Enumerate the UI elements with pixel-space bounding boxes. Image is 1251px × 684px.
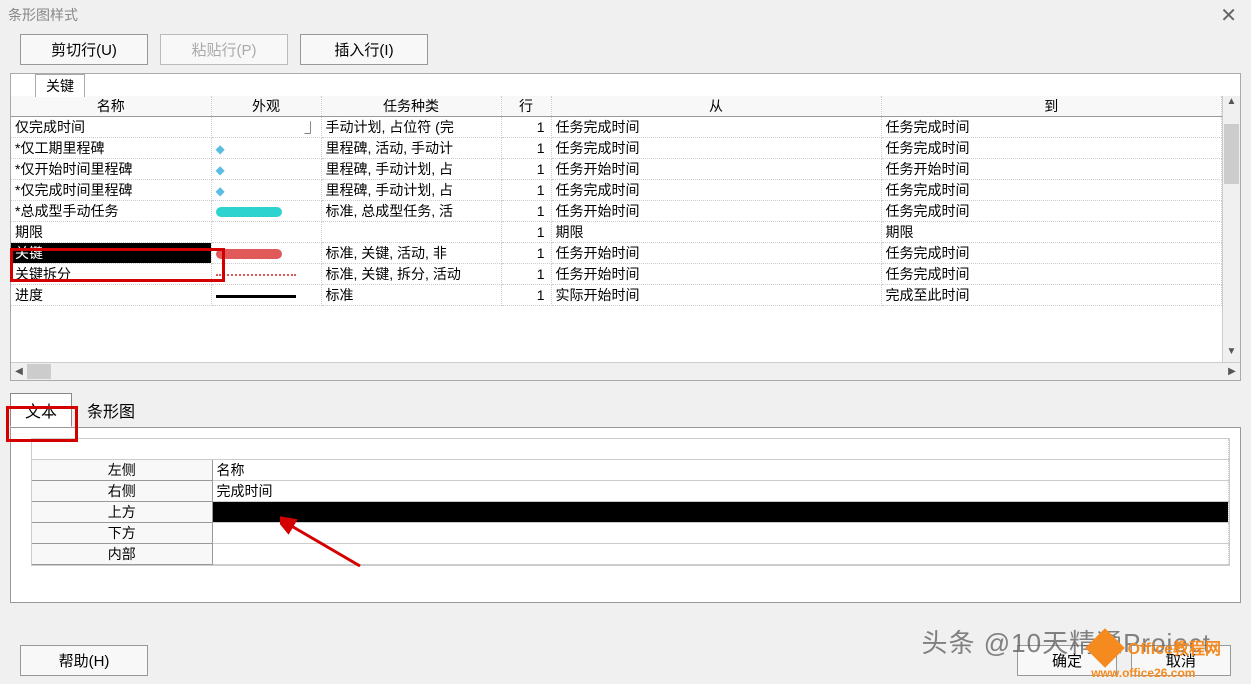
col-row[interactable]: 行: [501, 96, 551, 117]
end-mark-icon: ⏌: [304, 121, 316, 135]
table-row[interactable]: 期限 1 期限 期限: [11, 222, 1222, 243]
col-appearance[interactable]: 外观: [211, 96, 321, 117]
col-type[interactable]: 任务种类: [321, 96, 501, 117]
scroll-left-icon[interactable]: ◀: [11, 366, 27, 377]
tab-bar[interactable]: 条形图: [72, 393, 150, 427]
field-row-top[interactable]: 上方: [32, 501, 1229, 522]
red-dots-icon: [216, 274, 296, 276]
field-value[interactable]: [212, 522, 1229, 543]
field-label: 右侧: [32, 480, 212, 501]
scroll-down-icon[interactable]: ▼: [1223, 346, 1240, 362]
cyan-bar-icon: [216, 207, 282, 217]
table-row[interactable]: 关键拆分 标准, 关键, 拆分, 活动 1 任务开始时间 任务完成时间: [11, 264, 1222, 285]
field-label: 左侧: [32, 459, 212, 480]
text-fields-table[interactable]: 左侧 名称 右侧 完成时间 上方 下方 内部: [32, 439, 1229, 565]
scroll-thumb[interactable]: [27, 364, 51, 379]
field-row-bottom[interactable]: 下方: [32, 522, 1229, 543]
window-title: 条形图样式: [8, 5, 78, 25]
tab-text[interactable]: 文本: [10, 393, 72, 427]
toolbar: 剪切行(U) 粘贴行(P) 插入行(I): [20, 34, 1241, 65]
cut-row-button[interactable]: 剪切行(U): [20, 34, 148, 65]
field-row-right[interactable]: 右侧 完成时间: [32, 480, 1229, 501]
col-from[interactable]: 从: [551, 96, 881, 117]
table-row[interactable]: *仅开始时间里程碑 ◆ 里程碑, 手动计划, 占 1 任务开始时间 任务开始时间: [11, 159, 1222, 180]
red-bar-icon: [216, 249, 282, 259]
field-value[interactable]: [212, 543, 1229, 564]
scroll-thumb[interactable]: [1224, 124, 1239, 184]
horizontal-scrollbar[interactable]: ◀ ▶: [11, 362, 1240, 380]
watermark-logo: Office教程网 www.office26.com: [1091, 635, 1221, 682]
table-row[interactable]: 进度 标准 1 实际开始时间 完成至此时间: [11, 285, 1222, 306]
styles-table[interactable]: 名称 外观 任务种类 行 从 到 仅完成时间 ⏌ 手动计划, 占位符 (完 1: [11, 96, 1222, 356]
field-row-inside[interactable]: 内部: [32, 543, 1229, 564]
scroll-up-icon[interactable]: ▲: [1223, 96, 1240, 112]
table-row[interactable]: 仅完成时间 ⏌ 手动计划, 占位符 (完 1 任务完成时间 任务完成时间: [11, 117, 1222, 138]
lower-tabs: 文本 条形图: [10, 393, 1241, 427]
table-row[interactable]: *仅完成时间里程碑 ◆ 里程碑, 手动计划, 占 1 任务完成时间 任务完成时间: [11, 180, 1222, 201]
field-value[interactable]: 完成时间: [212, 480, 1229, 501]
diamond-icon: ◆: [216, 184, 225, 198]
text-fields-panel: 左侧 名称 右侧 完成时间 上方 下方 内部: [10, 427, 1241, 603]
bar-styles-grid: 关键 名称 外观 任务种类 行 从 到: [10, 73, 1241, 381]
col-name[interactable]: 名称: [11, 96, 211, 117]
diamond-icon: ◆: [216, 142, 225, 156]
black-bar-icon: [216, 295, 296, 298]
help-button[interactable]: 帮助(H): [20, 645, 148, 676]
insert-row-button[interactable]: 插入行(I): [300, 34, 428, 65]
table-row[interactable]: *仅工期里程碑 ◆ 里程碑, 活动, 手动计 1 任务完成时间 任务完成时间: [11, 138, 1222, 159]
grid-selection-tab[interactable]: 关键: [35, 74, 85, 97]
table-row-selected[interactable]: 关键 标准, 关键, 活动, 非 1 任务开始时间 任务完成时间: [11, 243, 1222, 264]
col-to[interactable]: 到: [881, 96, 1222, 117]
titlebar: 条形图样式 ✕: [0, 0, 1251, 30]
table-header: 名称 外观 任务种类 行 从 到: [11, 96, 1222, 117]
field-row-left[interactable]: 左侧 名称: [32, 459, 1229, 480]
field-label: 上方: [32, 501, 212, 522]
close-icon[interactable]: ✕: [1214, 3, 1243, 28]
field-label: 下方: [32, 522, 212, 543]
vertical-scrollbar[interactable]: ▲ ▼: [1222, 96, 1240, 362]
field-value-selected[interactable]: [212, 501, 1229, 522]
field-label: 内部: [32, 543, 212, 564]
diamond-icon: ◆: [216, 163, 225, 177]
paste-row-button: 粘贴行(P): [160, 34, 288, 65]
table-row[interactable]: *总成型手动任务 标准, 总成型任务, 活 1 任务开始时间 任务完成时间: [11, 201, 1222, 222]
field-value[interactable]: 名称: [212, 459, 1229, 480]
scroll-right-icon[interactable]: ▶: [1224, 366, 1240, 377]
